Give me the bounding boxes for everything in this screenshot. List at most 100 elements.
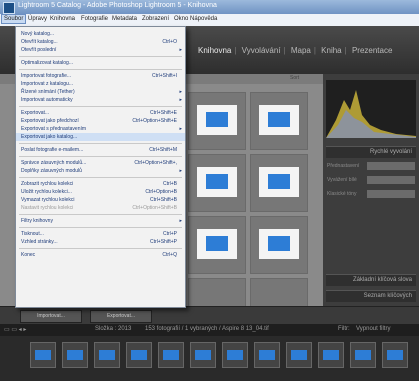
grid-cell[interactable] [188, 154, 246, 212]
menu-item-label: Importovat fotografie... [21, 73, 72, 79]
menu-napoveda[interactable]: Nápověda [190, 16, 217, 22]
menu-item-label: Exportovat s přednastavením [21, 126, 87, 132]
file-menu-item[interactable]: Tisknout... Ctrl+P [16, 230, 185, 238]
file-menu-item[interactable]: Exportovat jako předchozí Ctrl+Option+Shi… [16, 117, 185, 125]
filmstrip-thumb[interactable] [126, 342, 152, 368]
file-menu-item[interactable]: Vymazat rychlou kolekci Ctrl+Shift+B [16, 196, 185, 204]
menu-upravy[interactable]: Úpravy [28, 16, 47, 22]
photo-thumbnail[interactable] [197, 105, 237, 135]
menu-fotografie[interactable]: Fotografie [81, 16, 108, 22]
file-menu-item[interactable]: Nový katalog... [16, 30, 185, 38]
folder-source[interactable]: Složka : 2013 [95, 326, 131, 332]
menu-separator [19, 177, 182, 178]
filmstrip-thumb[interactable] [94, 342, 120, 368]
photo-thumbnail[interactable] [259, 229, 299, 259]
filmstrip-thumb[interactable] [158, 342, 184, 368]
bottom-bar: Importovat... Exportovat... [0, 306, 419, 325]
file-menu-item[interactable]: Vzhled stránky... Ctrl+Shift+P [16, 238, 185, 246]
photo-thumbnail[interactable] [197, 229, 237, 259]
file-menu-item[interactable]: Uložit rychlou kolekci... Ctrl+Option+B [16, 188, 185, 196]
keywording-header[interactable]: Základní klíčová slova [326, 274, 416, 286]
filmstrip-thumb[interactable] [30, 342, 56, 368]
tone-select[interactable] [367, 190, 415, 198]
file-menu-item[interactable]: Filtry knihovny ▸ [16, 217, 185, 225]
file-menu-item[interactable]: Exportovat... Ctrl+Shift+E [16, 109, 185, 117]
white-balance-select[interactable] [367, 176, 415, 184]
grid-cell[interactable] [188, 216, 246, 274]
filmstrip-thumb[interactable] [62, 342, 88, 368]
menu-item-label: Exportovat jako katalog... [21, 134, 78, 140]
grid-cell[interactable] [250, 216, 308, 274]
panel-row: Přednastavení [327, 162, 415, 171]
filmstrip-thumb[interactable] [254, 342, 280, 368]
file-menu-item[interactable]: Řízené snímání (Tether) ▸ [16, 88, 185, 96]
menu-item-shortcut: Ctrl+Option+Shift+B [132, 205, 177, 211]
view-icons[interactable]: ▭ ▭ ◂ ▸ [4, 326, 26, 333]
menu-item-label: Exportovat... [21, 110, 50, 116]
export-button[interactable]: Exportovat... [90, 310, 152, 323]
quick-develop-header[interactable]: Rychlé vyvolání [326, 146, 416, 158]
module-knihovna[interactable]: Knihovna [198, 46, 231, 55]
photo-thumbnail[interactable] [259, 167, 299, 197]
filmstrip-thumb[interactable] [318, 342, 344, 368]
menu-item-label: Nový katalog... [21, 31, 55, 37]
menu-soubor[interactable]: Soubor [1, 14, 27, 24]
grid-cell[interactable] [188, 92, 246, 150]
filmstrip-thumb[interactable] [286, 342, 312, 368]
menu-item-label: Otevřít poslední [21, 47, 57, 53]
lightroom-app-icon [3, 2, 15, 14]
menu-separator [19, 106, 182, 107]
import-button[interactable]: Importovat... [20, 310, 82, 323]
module-mapa[interactable]: Mapa [291, 46, 311, 55]
grid-cell[interactable] [188, 278, 246, 308]
submenu-arrow-icon: ▸ [179, 218, 182, 224]
menu-item-label: Řízené snímání (Tether) [21, 89, 75, 95]
menu-item-shortcut: Ctrl+Option+B [145, 189, 177, 195]
file-menu-item[interactable]: Importovat fotografie... Ctrl+Shift+I [16, 72, 185, 80]
file-menu-item[interactable]: Importovat automaticky ▸ [16, 96, 185, 104]
menu-item-shortcut: Ctrl+B [162, 181, 177, 187]
file-menu-item[interactable]: Exportovat s přednastavením ▸ [16, 125, 185, 133]
filmstrip-thumb[interactable] [382, 342, 408, 368]
preset-select[interactable] [367, 162, 415, 170]
file-menu-item[interactable]: Importovat z katalogu... [16, 80, 185, 88]
file-menu-item[interactable]: Optimalizovat katalog... [16, 59, 185, 67]
file-menu-item[interactable]: Doplňky zásuvných modulů ▸ [16, 167, 185, 175]
file-menu-item[interactable]: Otevřít poslední ▸ [16, 46, 185, 54]
menu-zobrazeni[interactable]: Zobrazení [142, 16, 169, 22]
module-kniha[interactable]: Kniha [321, 46, 341, 55]
filter-value[interactable]: Vypnout filtry [356, 326, 390, 332]
file-menu-item[interactable]: Zobrazit rychlou kolekci Ctrl+B [16, 180, 185, 188]
menu-item-label: Správce zásuvných modulů... [21, 160, 87, 166]
file-menu-item: Nastavit rychlou kolekci Ctrl+Option+Shif… [16, 204, 185, 212]
panel-row: Vyvážení bílé [327, 176, 415, 185]
menu-item-label: Optimalizovat katalog... [21, 60, 73, 66]
grid-cell[interactable] [250, 92, 308, 150]
file-menu-item[interactable]: Poslat fotografie e-mailem... Ctrl+Shift+… [16, 146, 185, 154]
filmstrip-thumb[interactable] [190, 342, 216, 368]
menu-metadata[interactable]: Metadata [112, 16, 137, 22]
menu-separator [19, 56, 182, 57]
filmstrip-thumb[interactable] [350, 342, 376, 368]
photo-thumbnail[interactable] [259, 105, 299, 135]
photo-thumbnail[interactable] [197, 167, 237, 197]
filmstrip[interactable] [0, 336, 419, 381]
grid-cell[interactable] [250, 154, 308, 212]
grid-cell[interactable] [250, 278, 308, 308]
file-menu-item[interactable]: Otevřít katalog... Ctrl+O [16, 38, 185, 46]
filmstrip-thumb[interactable] [222, 342, 248, 368]
file-menu-item[interactable]: Konec Ctrl+Q [16, 251, 185, 259]
menu-knihovna[interactable]: Knihovna [50, 16, 75, 22]
keyword-list-header[interactable]: Seznam klíčových [326, 290, 416, 302]
menu-okno[interactable]: Okno [174, 16, 188, 22]
menu-item-label: Uložit rychlou kolekci... [21, 189, 72, 195]
module-vyvolavani[interactable]: Vyvolávání [242, 46, 281, 55]
menu-item-label: Filtry knihovny [21, 218, 53, 224]
module-prezentace[interactable]: Prezentace [352, 46, 392, 55]
menu-item-label: Vzhled stránky... [21, 239, 58, 245]
menu-item-shortcut: Ctrl+Option+Shift+E [132, 118, 177, 124]
file-menu-item[interactable]: Exportovat jako katalog... [16, 133, 185, 141]
menu-item-shortcut: Ctrl+O [162, 39, 177, 45]
file-menu-item[interactable]: Správce zásuvných modulů... Ctrl+Option+S… [16, 159, 185, 167]
sort-label[interactable]: Sort [290, 75, 299, 81]
